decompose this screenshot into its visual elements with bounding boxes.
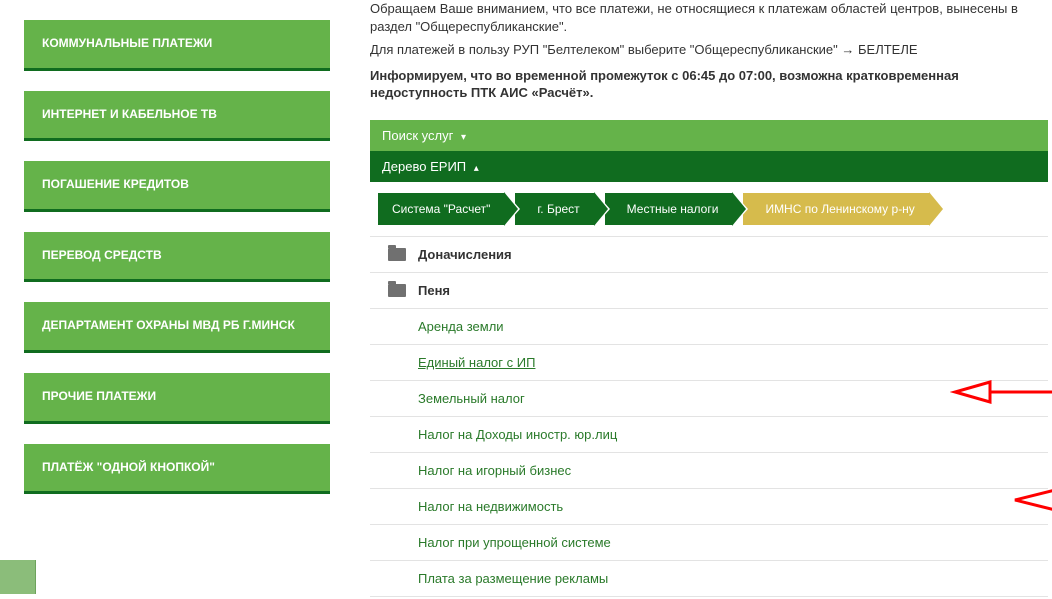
main-content: Обращаем Ваше вниманием, что все платежи… <box>370 0 1052 597</box>
annotation-arrow-icon <box>950 375 1052 409</box>
sidebar-item-one-button[interactable]: ПЛАТЁЖ "ОДНОЙ КНОПКОЙ" <box>24 444 330 495</box>
sidebar-item-other[interactable]: ПРОЧИЕ ПЛАТЕЖИ <box>24 373 330 424</box>
sidebar-item-label: ДЕПАРТАМЕНТ ОХРАНЫ МВД РБ Г.МИНСК <box>42 318 295 332</box>
erip-tree-label: Дерево ЕРИП <box>382 159 466 174</box>
sidebar-item-label: ПРОЧИЕ ПЛАТЕЖИ <box>42 389 156 403</box>
service-list: Доначисления Пеня Аренда земли Единый на… <box>370 237 1048 597</box>
service-link[interactable]: Единый налог с ИП <box>418 355 535 370</box>
folder-icon <box>388 248 406 261</box>
service-link[interactable]: Налог на Доходы иностр. юр.лиц <box>418 427 617 442</box>
service-row[interactable]: Налог на игорный бизнес <box>370 453 1048 489</box>
folder-label: Пеня <box>418 283 450 298</box>
sidebar-handle <box>0 560 36 594</box>
service-link[interactable]: Аренда земли <box>418 319 504 334</box>
service-row[interactable]: Плата за размещение рекламы <box>370 561 1048 597</box>
service-row[interactable]: Налог на Доходы иностр. юр.лиц <box>370 417 1048 453</box>
sidebar-item-label: ПЛАТЁЖ "ОДНОЙ КНОПКОЙ" <box>42 460 215 474</box>
crumb-system[interactable]: Система "Расчет" <box>378 192 505 226</box>
sidebar-item-label: ПОГАШЕНИЕ КРЕДИТОВ <box>42 177 189 191</box>
crumb-label: ИМНС по Ленинскому р-ну <box>765 202 914 216</box>
service-link[interactable]: Налог при упрощенной системе <box>418 535 611 550</box>
notice-text: Для платежей в пользу РУП "Белтелеком" в… <box>370 41 1048 59</box>
sidebar-item-transfer[interactable]: ПЕРЕВОД СРЕДСТВ <box>24 232 330 283</box>
folder-row[interactable]: Доначисления <box>370 237 1048 273</box>
sidebar: КОММУНАЛЬНЫЕ ПЛАТЕЖИ ИНТЕРНЕТ И КАБЕЛЬНО… <box>0 0 340 597</box>
sidebar-item-internet[interactable]: ИНТЕРНЕТ И КАБЕЛЬНОЕ ТВ <box>24 91 330 142</box>
crumb-label: г. Брест <box>537 202 579 216</box>
sidebar-item-label: КОММУНАЛЬНЫЕ ПЛАТЕЖИ <box>42 36 212 50</box>
crumb-label: Система "Расчет" <box>392 202 490 216</box>
crumb-current[interactable]: ИМНС по Ленинскому р-ну <box>743 192 929 226</box>
service-link[interactable]: Налог на недвижимость <box>418 499 563 514</box>
folder-row[interactable]: Пеня <box>370 273 1048 309</box>
erip-tree-panel[interactable]: Дерево ЕРИП ▴ <box>370 151 1048 182</box>
service-row[interactable]: Налог при упрощенной системе <box>370 525 1048 561</box>
search-services-label: Поиск услуг <box>382 128 453 143</box>
sidebar-item-security-dept[interactable]: ДЕПАРТАМЕНТ ОХРАНЫ МВД РБ Г.МИНСК <box>24 302 330 353</box>
service-row[interactable]: Налог на недвижимость <box>370 489 1048 525</box>
service-link[interactable]: Плата за размещение рекламы <box>418 571 608 586</box>
sidebar-item-label: ИНТЕРНЕТ И КАБЕЛЬНОЕ ТВ <box>42 107 217 121</box>
service-link[interactable]: Налог на игорный бизнес <box>418 463 571 478</box>
sidebar-item-label: ПЕРЕВОД СРЕДСТВ <box>42 248 162 262</box>
chevron-down-icon: ▾ <box>461 132 466 143</box>
service-link[interactable]: Земельный налог <box>418 391 525 406</box>
breadcrumb: Система "Расчет" г. Брест Местные налоги… <box>370 182 1048 237</box>
folder-icon <box>388 284 406 297</box>
crumb-city[interactable]: г. Брест <box>515 192 594 226</box>
crumb-label: Местные налоги <box>627 202 719 216</box>
service-row[interactable]: Единый налог с ИП <box>370 345 1048 381</box>
crumb-category[interactable]: Местные налоги <box>605 192 734 226</box>
annotation-arrow-icon <box>1010 483 1052 517</box>
sidebar-item-utilities[interactable]: КОММУНАЛЬНЫЕ ПЛАТЕЖИ <box>24 20 330 71</box>
service-row[interactable]: Аренда земли <box>370 309 1048 345</box>
folder-label: Доначисления <box>418 247 512 262</box>
sidebar-item-loans[interactable]: ПОГАШЕНИЕ КРЕДИТОВ <box>24 161 330 212</box>
search-services-panel[interactable]: Поиск услуг ▾ <box>370 120 1048 151</box>
service-row[interactable]: Земельный налог <box>370 381 1048 417</box>
chevron-up-icon: ▴ <box>474 163 479 174</box>
notice-bold: Информируем, что во временной промежуток… <box>370 67 1048 102</box>
notice-text: Обращаем Ваше вниманием, что все платежи… <box>370 0 1048 35</box>
